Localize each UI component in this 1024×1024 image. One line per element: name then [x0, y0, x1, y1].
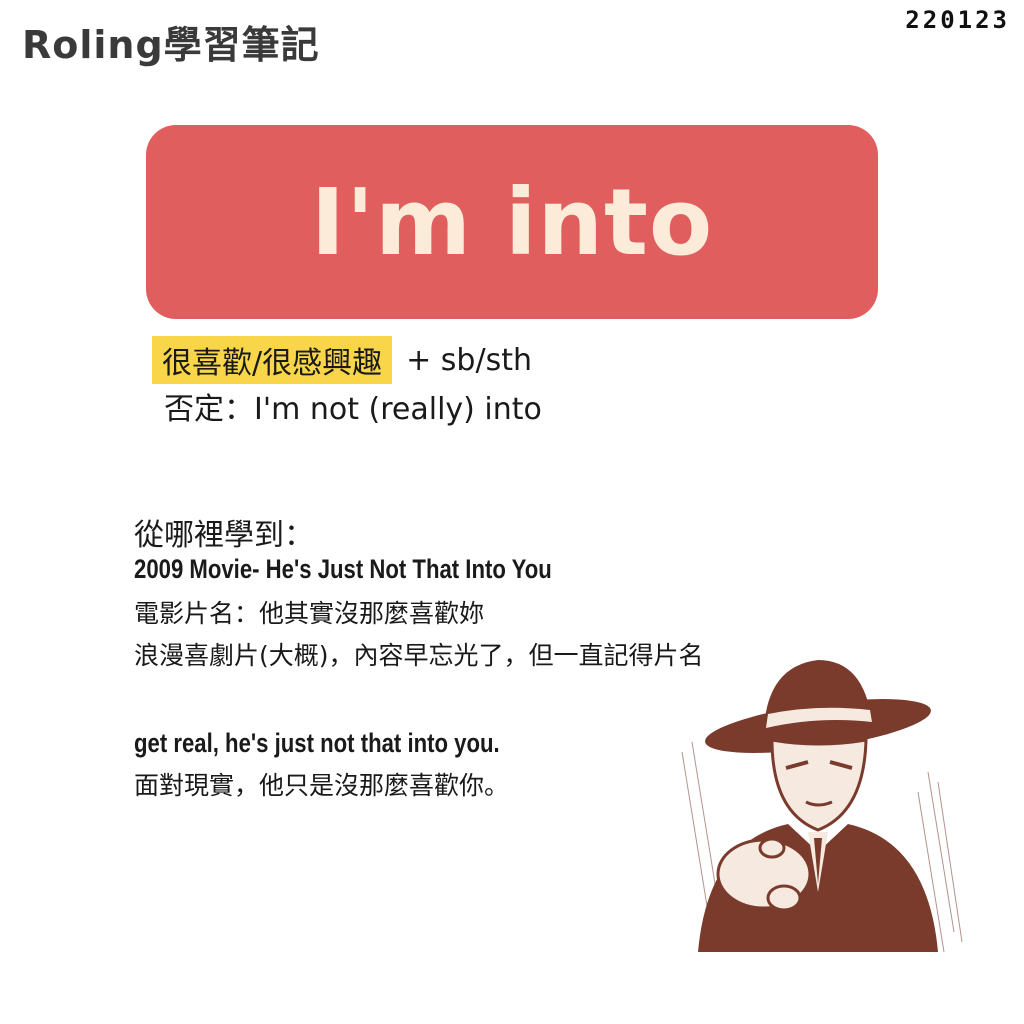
usage-text: + sb/sth [406, 342, 532, 378]
meaning-highlight: 很喜歡/很感興趣 [152, 336, 393, 384]
quote-chinese: 面對現實，他只是沒那麼喜歡你。 [134, 771, 510, 800]
negative-form: 否定：I'm not (really) into [164, 392, 542, 427]
brand-logo: Roling學習筆記 [22, 23, 320, 67]
quote-english: get real, he's just not that into you. [134, 728, 500, 758]
movie-note: 浪漫喜劇片(大概)，內容早忘光了，但一直記得片名 [134, 641, 704, 670]
source-heading: 從哪裡學到： [134, 518, 314, 553]
meaning-line: 很喜歡/很感興趣 + sb/sth [152, 336, 532, 384]
title-banner: I'm into [146, 125, 878, 319]
pointing-man-illustration [681, 660, 963, 953]
movie-chinese-title: 電影片名：他其實沒那麼喜歡妳 [134, 599, 485, 628]
movie-title: 2009 Movie- He's Just Not That Into You [134, 554, 552, 584]
title-phrase: I'm into [310, 168, 714, 276]
date-code: 220123 [905, 6, 1010, 34]
